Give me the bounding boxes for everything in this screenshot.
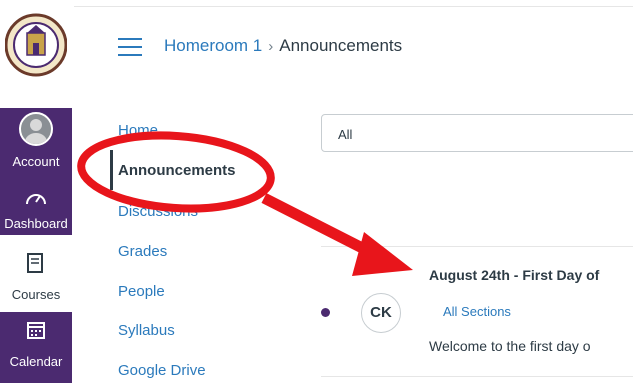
unread-indicator[interactable]: [321, 308, 330, 317]
nav-calendar[interactable]: Calendar: [0, 312, 72, 383]
announcement-filter-select[interactable]: All: [321, 114, 633, 152]
nav-courses-label: Courses: [11, 287, 61, 302]
nav-calendar-label: Calendar: [9, 354, 63, 369]
annotation-overlay: [77, 131, 413, 276]
annotation-arrow-head: [352, 232, 413, 276]
nav-dashboard-label: Dashboard: [4, 216, 68, 231]
dashboard-icon: [26, 194, 46, 205]
active-indicator: [110, 150, 113, 190]
header-divider: [74, 6, 633, 7]
hamburger-icon[interactable]: [118, 38, 142, 56]
course-nav-people[interactable]: People: [118, 283, 165, 300]
list-divider-top: [321, 246, 633, 247]
nav-courses[interactable]: Courses: [0, 243, 72, 302]
breadcrumb-separator: ›: [268, 38, 274, 55]
calendar-icon: [27, 322, 45, 339]
courses-icon: [27, 253, 43, 273]
annotation-arrow-shaft: [261, 193, 381, 261]
nav-dashboard[interactable]: Dashboard: [0, 180, 72, 235]
course-nav-syllabus[interactable]: Syllabus: [118, 322, 175, 339]
course-nav-home[interactable]: Home: [118, 122, 158, 139]
global-navigation: Account Dashboard Courses Calendar: [0, 0, 72, 383]
course-nav-discussions[interactable]: Discussions: [118, 203, 198, 220]
author-avatar: CK: [361, 293, 401, 333]
nav-account-label: Account: [12, 154, 60, 169]
course-nav-grades[interactable]: Grades: [118, 243, 167, 260]
breadcrumb-course-link[interactable]: Homeroom 1: [164, 36, 262, 55]
course-nav-announcements[interactable]: Announcements: [118, 162, 236, 179]
list-divider-bottom: [321, 376, 633, 377]
breadcrumb: Homeroom 1 › Announcements: [164, 36, 402, 56]
announcement-preview: Welcome to the first day o: [429, 338, 591, 354]
school-logo: [5, 13, 67, 77]
course-nav-google-drive[interactable]: Google Drive: [118, 362, 206, 379]
nav-account[interactable]: Account: [0, 108, 72, 180]
announcement-sections-link[interactable]: All Sections: [443, 304, 511, 319]
announcement-title[interactable]: August 24th - First Day of: [429, 267, 599, 283]
avatar-icon: [19, 112, 53, 146]
breadcrumb-current: Announcements: [279, 36, 403, 55]
